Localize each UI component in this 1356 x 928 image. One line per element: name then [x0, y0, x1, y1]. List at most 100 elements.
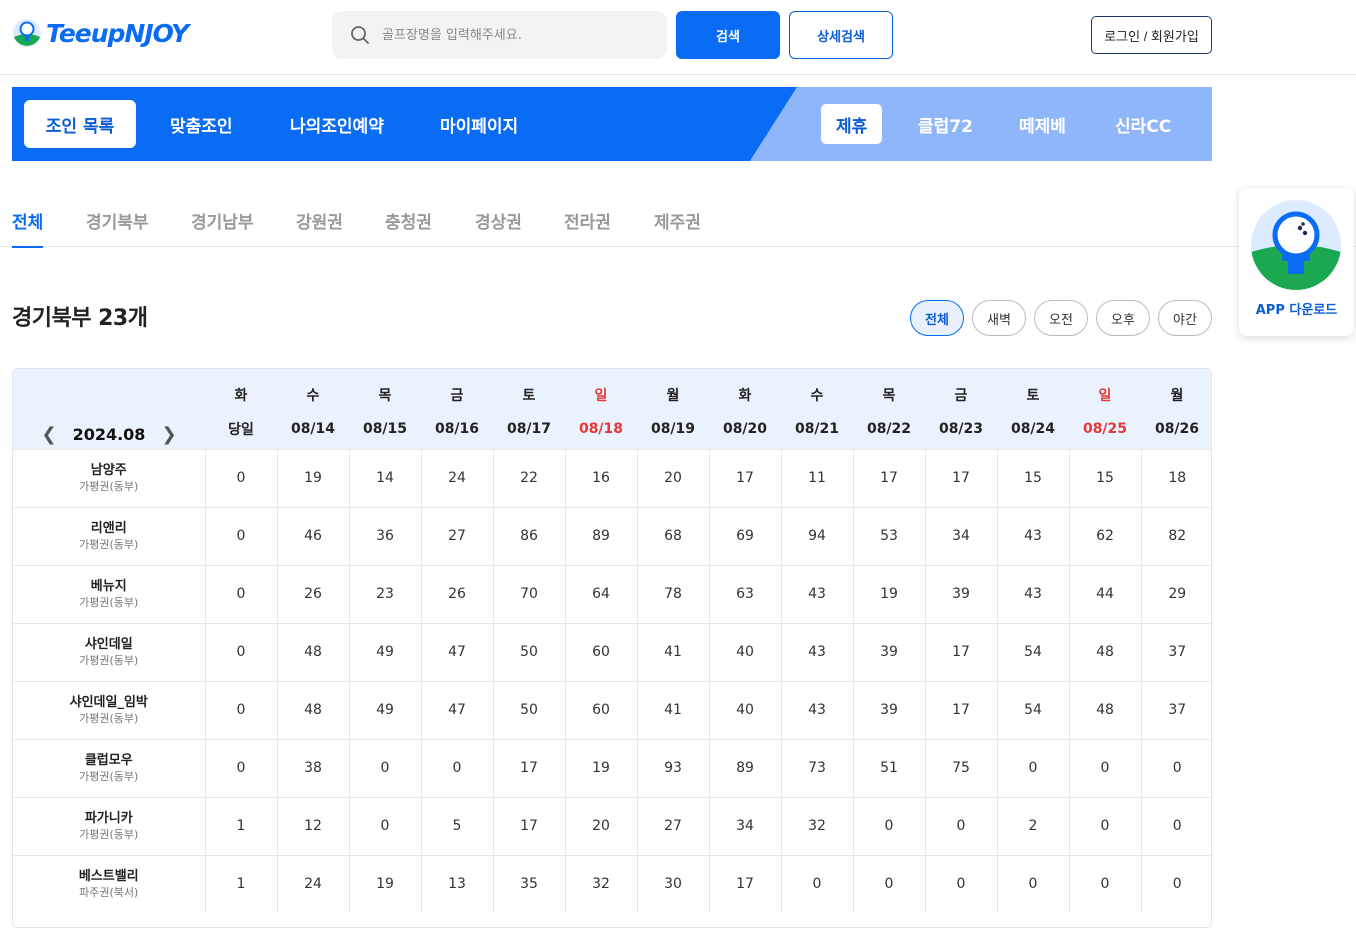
slot-count-cell[interactable]: 0 [1140, 854, 1211, 913]
slot-count-cell[interactable]: 86 [492, 506, 565, 565]
slot-count-cell[interactable]: 27 [420, 506, 493, 565]
slot-count-cell[interactable]: 0 [1140, 796, 1211, 855]
slot-count-cell[interactable]: 17 [852, 448, 925, 507]
slot-count-cell[interactable]: 26 [420, 564, 493, 623]
nav-club72[interactable]: 클럽72 [896, 100, 995, 148]
nav-shilla-cc[interactable]: 신라CC [1093, 100, 1193, 148]
slot-count-cell[interactable]: 0 [1140, 738, 1211, 797]
slot-count-cell[interactable]: 49 [348, 680, 421, 739]
slot-count-cell[interactable]: 49 [348, 622, 421, 681]
slot-count-cell[interactable]: 0 [852, 854, 925, 913]
slot-count-cell[interactable]: 94 [780, 506, 853, 565]
slot-count-cell[interactable]: 13 [420, 854, 493, 913]
slot-count-cell[interactable]: 39 [852, 622, 925, 681]
slot-count-cell[interactable]: 78 [636, 564, 709, 623]
slot-count-cell[interactable]: 0 [204, 506, 277, 565]
slot-count-cell[interactable]: 0 [348, 796, 421, 855]
slot-count-cell[interactable]: 2 [996, 796, 1069, 855]
slot-count-cell[interactable]: 69 [708, 506, 781, 565]
slot-count-cell[interactable]: 34 [924, 506, 997, 565]
slot-count-cell[interactable]: 30 [636, 854, 709, 913]
slot-count-cell[interactable]: 19 [276, 448, 349, 507]
slot-count-cell[interactable]: 17 [924, 622, 997, 681]
slot-count-cell[interactable]: 27 [636, 796, 709, 855]
slot-count-cell[interactable]: 43 [780, 680, 853, 739]
slot-count-cell[interactable]: 19 [852, 564, 925, 623]
slot-count-cell[interactable]: 43 [996, 564, 1069, 623]
slot-count-cell[interactable]: 75 [924, 738, 997, 797]
slot-count-cell[interactable]: 43 [780, 622, 853, 681]
slot-count-cell[interactable]: 41 [636, 680, 709, 739]
slot-count-cell[interactable]: 20 [564, 796, 637, 855]
slot-count-cell[interactable]: 63 [708, 564, 781, 623]
slot-count-cell[interactable]: 43 [996, 506, 1069, 565]
slot-count-cell[interactable]: 24 [420, 448, 493, 507]
date-header[interactable]: 08/20 [709, 409, 781, 449]
slot-count-cell[interactable]: 70 [492, 564, 565, 623]
slot-count-cell[interactable]: 19 [564, 738, 637, 797]
region-tab-gyeonggi-south[interactable]: 경기남부 [191, 208, 254, 246]
slot-count-cell[interactable]: 0 [1068, 738, 1141, 797]
slot-count-cell[interactable]: 12 [276, 796, 349, 855]
slot-count-cell[interactable]: 51 [852, 738, 925, 797]
slot-count-cell[interactable]: 0 [204, 564, 277, 623]
slot-count-cell[interactable]: 1 [204, 796, 277, 855]
slot-count-cell[interactable]: 89 [708, 738, 781, 797]
search-input[interactable] [380, 26, 640, 44]
search-button[interactable]: 검색 [676, 11, 780, 59]
slot-count-cell[interactable]: 54 [996, 680, 1069, 739]
course-name-cell[interactable]: 베스트밸리 파주권(북서) [13, 854, 205, 913]
region-tab-gyeongsang[interactable]: 경상권 [475, 208, 522, 246]
course-name-cell[interactable]: 샤인데일_임박 가평권(동부) [13, 680, 205, 739]
course-name-cell[interactable]: 리앤리 가평권(동부) [13, 506, 205, 565]
region-tab-jeolla[interactable]: 전라권 [564, 208, 611, 246]
slot-count-cell[interactable]: 0 [924, 854, 997, 913]
time-filter-morning[interactable]: 오전 [1034, 300, 1088, 336]
slot-count-cell[interactable]: 5 [420, 796, 493, 855]
date-header[interactable]: 08/25 [1069, 409, 1141, 449]
slot-count-cell[interactable]: 0 [996, 854, 1069, 913]
date-header[interactable]: 08/21 [781, 409, 853, 449]
slot-count-cell[interactable]: 32 [564, 854, 637, 913]
slot-count-cell[interactable]: 46 [276, 506, 349, 565]
prev-month-chevron-icon[interactable]: ❮ [41, 424, 56, 445]
slot-count-cell[interactable]: 50 [492, 680, 565, 739]
slot-count-cell[interactable]: 47 [420, 622, 493, 681]
slot-count-cell[interactable]: 19 [348, 854, 421, 913]
slot-count-cell[interactable]: 60 [564, 680, 637, 739]
slot-count-cell[interactable]: 17 [492, 738, 565, 797]
nav-partner[interactable]: 제휴 [821, 104, 883, 144]
slot-count-cell[interactable]: 44 [1068, 564, 1141, 623]
slot-count-cell[interactable]: 53 [852, 506, 925, 565]
slot-count-cell[interactable]: 15 [996, 448, 1069, 507]
course-name-cell[interactable]: 파가니카 가평권(동부) [13, 796, 205, 855]
slot-count-cell[interactable]: 0 [420, 738, 493, 797]
app-download-card[interactable]: APP 다운로드 [1239, 188, 1354, 336]
slot-count-cell[interactable]: 64 [564, 564, 637, 623]
slot-count-cell[interactable]: 23 [348, 564, 421, 623]
slot-count-cell[interactable]: 0 [348, 738, 421, 797]
slot-count-cell[interactable]: 0 [996, 738, 1069, 797]
slot-count-cell[interactable]: 32 [780, 796, 853, 855]
slot-count-cell[interactable]: 0 [204, 622, 277, 681]
slot-count-cell[interactable]: 39 [924, 564, 997, 623]
slot-count-cell[interactable]: 41 [636, 622, 709, 681]
nav-tgv[interactable]: 떼제베 [997, 100, 1088, 148]
slot-count-cell[interactable]: 40 [708, 622, 781, 681]
detail-search-button[interactable]: 상세검색 [789, 11, 893, 59]
slot-count-cell[interactable]: 48 [276, 680, 349, 739]
slot-count-cell[interactable]: 18 [1140, 448, 1211, 507]
nav-my-join-booking[interactable]: 나의조인예약 [268, 100, 406, 148]
date-header[interactable]: 08/22 [853, 409, 925, 449]
slot-count-cell[interactable]: 0 [204, 448, 277, 507]
slot-count-cell[interactable]: 0 [1068, 796, 1141, 855]
slot-count-cell[interactable]: 36 [348, 506, 421, 565]
slot-count-cell[interactable]: 43 [780, 564, 853, 623]
time-filter-night[interactable]: 야간 [1158, 300, 1212, 336]
slot-count-cell[interactable]: 24 [276, 854, 349, 913]
date-header[interactable]: 당일 [205, 409, 277, 449]
slot-count-cell[interactable]: 22 [492, 448, 565, 507]
slot-count-cell[interactable]: 0 [1068, 854, 1141, 913]
login-signup-button[interactable]: 로그인 / 회원가입 [1091, 16, 1212, 54]
slot-count-cell[interactable]: 0 [204, 738, 277, 797]
